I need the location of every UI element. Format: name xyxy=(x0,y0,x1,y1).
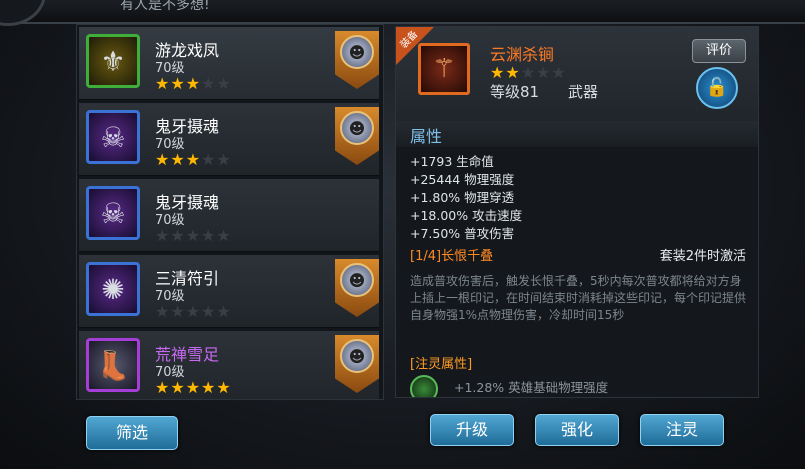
filter-button[interactable]: 筛选 xyxy=(86,416,178,450)
attribute-bar xyxy=(396,121,758,147)
item-name: 云渊杀锏 xyxy=(490,45,555,64)
set-name: [1/4]长恨千叠 xyxy=(410,249,494,264)
infuse-button[interactable]: 注灵 xyxy=(640,414,724,446)
infuse-stat: +1.28% 英雄基础物理强度 xyxy=(454,380,609,395)
item-level: 等级81 xyxy=(490,83,540,101)
star-icon: ★ xyxy=(201,150,217,169)
infuse-title: [注灵属性] xyxy=(410,357,473,372)
star-icon: ★ xyxy=(216,74,232,93)
ghost-fang-necklace-icon: ☠ xyxy=(86,110,140,164)
list-item[interactable]: ☠ 鬼牙摄魂 70级 ★★★★★ xyxy=(79,179,379,252)
unlock-icon[interactable]: 🔓 xyxy=(696,67,738,109)
item-stars: ★★★★★ xyxy=(490,63,567,82)
stat-line: +25444 物理强度 xyxy=(410,172,515,187)
ghost-fang-necklace-icon: ☠ xyxy=(86,186,140,240)
equipment-list[interactable]: ⚜ 游龙戏凤 70级 ★★★★★ ☻ ☠ 鬼牙摄魂 70级 ★★★★★ ☻ ☠ 鬼牙摄魂 70级 ★★★★… xyxy=(76,24,384,400)
top-bar: 有人是不多想! xyxy=(0,0,805,26)
star-icon: ★ xyxy=(201,302,217,321)
star-icon: ★ xyxy=(505,63,521,82)
star-icon: ★ xyxy=(155,150,171,169)
star-icon: ★ xyxy=(201,74,217,93)
star-icon: ★ xyxy=(155,74,171,93)
stat-line: +1.80% 物理穿透 xyxy=(410,190,515,205)
star-icon: ★ xyxy=(185,150,202,169)
star-icon: ★ xyxy=(216,226,232,245)
attribute-title: 属性 xyxy=(410,127,443,146)
enhance-button[interactable]: 强化 xyxy=(535,414,619,446)
set-description: 造成普攻伤害后，触发长恨千叠，5秒内每次普攻都将给对方身上插上一根印记，在时间结… xyxy=(410,274,747,322)
hero-portrait-icon: ☻ xyxy=(340,339,374,373)
hero-portrait-icon: ☻ xyxy=(340,35,374,69)
game-screen: 有人是不多想! ⚜ 游龙戏凤 70级 ★★★★★ ☻ ☠ 鬼牙摄魂 70级 ★★★★★ ☻ ☠ 鬼牙摄… xyxy=(0,0,805,469)
star-icon: ★ xyxy=(170,302,186,321)
star-icon: ★ xyxy=(216,378,232,397)
star-icon: ★ xyxy=(185,378,202,397)
star-icon: ★ xyxy=(170,74,186,93)
star-icon: ★ xyxy=(155,378,171,397)
snow-boots-icon: 👢 xyxy=(86,338,140,392)
equipped-hero-badge[interactable]: ☻ xyxy=(335,335,379,393)
star-icon: ★ xyxy=(185,302,202,321)
stat-line: +7.50% 普攻伤害 xyxy=(410,226,515,241)
star-icon: ★ xyxy=(170,378,186,397)
equipped-hero-badge[interactable]: ☻ xyxy=(335,31,379,89)
top-title: 有人是不多想! xyxy=(120,0,210,13)
list-item[interactable]: ✺ 三清符引 70级 ★★★★★ ☻ xyxy=(79,255,379,328)
star-icon: ★ xyxy=(216,302,232,321)
item-stars: ★★★★★ xyxy=(155,76,232,92)
star-icon: ★ xyxy=(201,226,217,245)
star-icon: ★ xyxy=(155,226,171,245)
list-item[interactable]: ⚜ 游龙戏凤 70级 ★★★★★ ☻ xyxy=(79,27,379,100)
item-stars: ★★★★★ xyxy=(155,228,232,244)
star-icon: ★ xyxy=(185,74,202,93)
star-icon: ★ xyxy=(490,63,506,82)
rate-button[interactable]: 评价 xyxy=(692,39,746,63)
item-type: 武器 xyxy=(568,83,599,101)
hero-portrait-icon: ☻ xyxy=(340,263,374,297)
star-icon: ★ xyxy=(201,378,217,397)
star-icon: ★ xyxy=(185,226,202,245)
star-icon: ★ xyxy=(155,302,171,321)
stat-line: +18.00% 攻击速度 xyxy=(410,208,523,223)
equipped-hero-badge[interactable]: ☻ xyxy=(335,259,379,317)
equipped-hero-badge[interactable]: ☻ xyxy=(335,107,379,165)
star-icon: ★ xyxy=(216,150,232,169)
upgrade-button[interactable]: 升级 xyxy=(430,414,514,446)
infuse-gem-icon xyxy=(410,375,438,397)
back-button[interactable] xyxy=(0,0,46,26)
item-stars: ★★★★★ xyxy=(155,152,232,168)
star-icon: ★ xyxy=(170,150,186,169)
set-activation-note: 套装2件时激活 xyxy=(659,249,746,264)
star-icon: ★ xyxy=(170,226,186,245)
star-icon: ★ xyxy=(551,63,567,82)
talisman-amulet-icon: ✺ xyxy=(86,262,140,316)
dragon-bracelet-icon: ⚜ xyxy=(86,34,140,88)
mace-weapon-icon: ⚚ xyxy=(418,43,470,95)
equipment-detail-panel: 装备 ⚚ 云渊杀锏 ★★★★★ 等级81 武器 评价 🔓 属性 +1793 生命… xyxy=(395,26,759,398)
stat-line: +1793 生命值 xyxy=(410,154,494,169)
star-icon: ★ xyxy=(536,63,552,82)
detail-header: 装备 ⚚ 云渊杀锏 ★★★★★ 等级81 武器 评价 🔓 xyxy=(396,27,758,124)
list-item[interactable]: 👢 荒禅雪足 70级 ★★★★★ ☻ xyxy=(79,331,379,399)
item-stars: ★★★★★ xyxy=(155,380,232,396)
item-stars: ★★★★★ xyxy=(155,304,232,320)
list-item[interactable]: ☠ 鬼牙摄魂 70级 ★★★★★ ☻ xyxy=(79,103,379,176)
star-icon: ★ xyxy=(520,63,537,82)
hero-portrait-icon: ☻ xyxy=(340,111,374,145)
